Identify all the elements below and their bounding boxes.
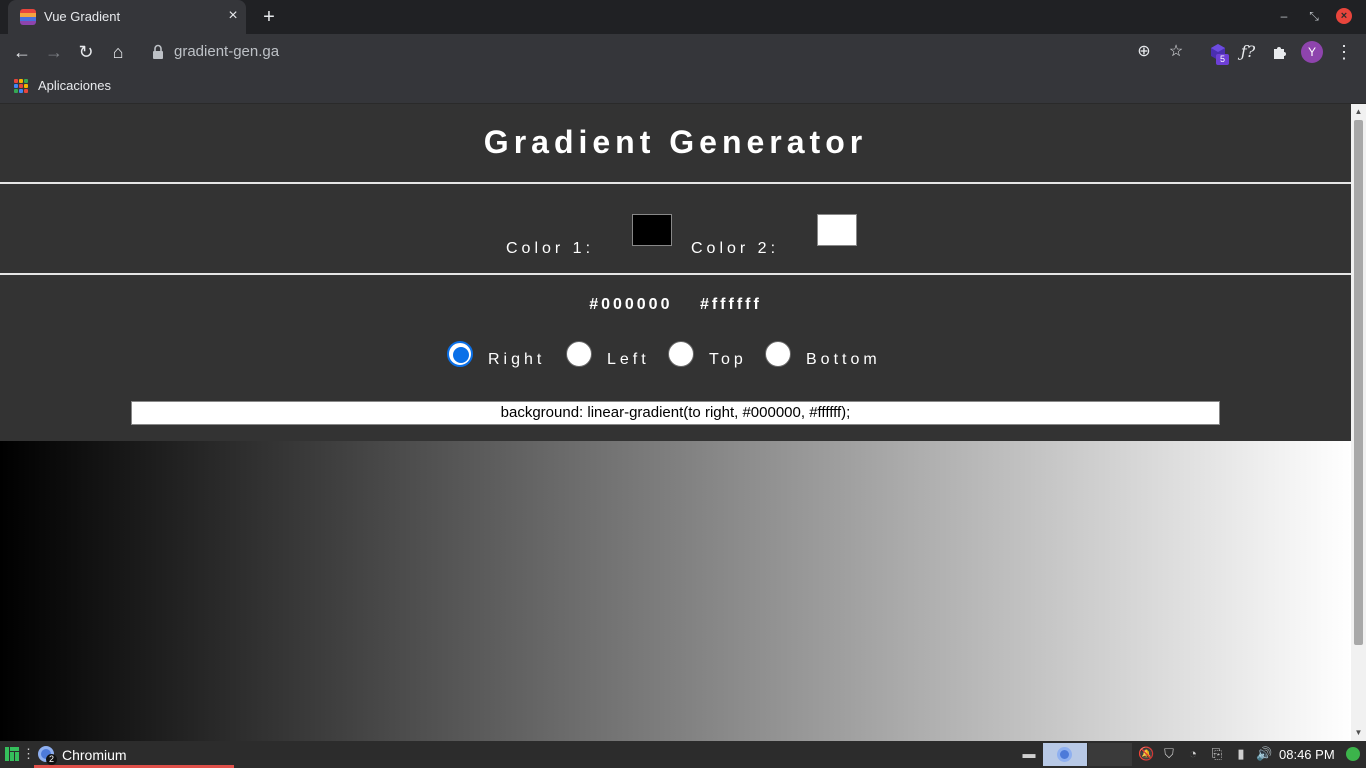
minimize-button[interactable]: – xyxy=(1276,8,1292,24)
bookmarks-bar: Aplicaciones xyxy=(0,70,1366,104)
home-icon[interactable]: ⌂ xyxy=(108,42,128,62)
tab-title: Vue Gradient xyxy=(44,9,121,24)
direction-top-label: Top xyxy=(709,351,747,368)
tab-vue-gradient[interactable]: Vue Gradient × xyxy=(8,0,246,34)
page-title: Gradient Generator xyxy=(483,124,868,160)
volume-icon[interactable]: 🔊 xyxy=(1256,746,1272,762)
workspace-switcher[interactable] xyxy=(1043,743,1087,766)
taskbar-grip-icon: ⋮ xyxy=(22,746,35,761)
site-favicon-icon xyxy=(20,9,36,25)
bookmark-apps[interactable]: Aplicaciones xyxy=(38,78,111,93)
scroll-down-icon[interactable]: ▼ xyxy=(1354,729,1363,737)
wifi-icon[interactable]: ◔ xyxy=(1185,746,1201,762)
direction-left-label: Left xyxy=(607,351,650,368)
reload-icon[interactable]: ↻ xyxy=(76,42,96,62)
direction-right-radio[interactable] xyxy=(447,341,473,367)
color1-picker[interactable] xyxy=(632,214,672,246)
browser-toolbar: ← → ↻ ⌂ gradient-gen.ga ⊕ ☆ 5 ƒ? Y ⋮ xyxy=(0,34,1366,70)
apps-grid-icon xyxy=(14,79,28,93)
hex2-value: #ffffff xyxy=(699,296,762,313)
direction-bottom-radio[interactable] xyxy=(765,341,791,367)
scroll-thumb[interactable] xyxy=(1354,120,1363,645)
chromium-mini-icon xyxy=(1057,747,1072,762)
power-icon[interactable] xyxy=(1346,747,1360,761)
manjaro-menu-icon[interactable] xyxy=(4,746,20,762)
tab-close-icon[interactable]: × xyxy=(224,7,242,25)
color2-picker[interactable] xyxy=(817,214,857,246)
gradient-preview xyxy=(0,441,1351,741)
page-scrollbar[interactable]: ▲ ▼ xyxy=(1351,104,1366,741)
restore-button[interactable]: ⤡ xyxy=(1306,8,1322,24)
forward-arrow-icon[interactable]: → xyxy=(44,42,64,62)
bookmark-star-icon[interactable]: ☆ xyxy=(1166,42,1186,62)
lock-icon xyxy=(153,44,163,59)
window-close-button[interactable]: × xyxy=(1336,8,1352,24)
direction-bottom-label: Bottom xyxy=(806,351,881,368)
desktop-icon[interactable]: ▬ xyxy=(1021,746,1037,762)
page-content: Gradient Generator Color 1: Color 2: #00… xyxy=(0,104,1351,741)
css-output-field[interactable]: background: linear-gradient(to right, #0… xyxy=(131,401,1220,425)
address-bar-url[interactable]: gradient-gen.ga xyxy=(174,43,279,60)
formula-extension-icon[interactable]: ƒ? xyxy=(1238,42,1258,62)
taskbar-app-label: Chromium xyxy=(62,747,127,763)
window-count-badge: 2 xyxy=(46,754,57,765)
direction-right-label: Right xyxy=(488,351,546,368)
taskbar-clock[interactable]: 08:46 PM xyxy=(1279,747,1335,762)
scroll-up-icon[interactable]: ▲ xyxy=(1354,108,1363,116)
color2-label: Color 2: xyxy=(691,240,780,257)
taskbar-chromium[interactable]: 2 Chromium xyxy=(34,741,234,768)
hex-values: #000000 #ffffff xyxy=(0,296,1351,314)
extension-badge: 5 xyxy=(1216,54,1229,65)
page-header: Gradient Generator xyxy=(0,104,1351,184)
direction-top-radio[interactable] xyxy=(668,341,694,367)
tab-strip: Vue Gradient × + – ⤡ × xyxy=(0,0,1366,34)
os-taskbar: ⋮ 2 Chromium ▬ 🔕 ⛉ ◔ ⎘ ▮ 🔊 08:46 PM xyxy=(0,741,1366,768)
color-pickers-section: Color 1: Color 2: xyxy=(0,184,1351,275)
install-app-icon[interactable]: ⊕ xyxy=(1134,42,1154,62)
back-arrow-icon[interactable]: ← xyxy=(12,42,32,62)
new-tab-button[interactable]: + xyxy=(258,6,280,28)
notifications-muted-icon[interactable]: 🔕 xyxy=(1138,746,1154,762)
shield-icon[interactable]: ⛉ xyxy=(1161,746,1177,762)
menu-dots-icon[interactable]: ⋮ xyxy=(1334,42,1354,62)
workspace-2[interactable] xyxy=(1088,743,1132,766)
clipboard-icon[interactable]: ⎘ xyxy=(1209,746,1225,762)
battery-icon[interactable]: ▮ xyxy=(1233,746,1249,762)
hex1-value: #000000 xyxy=(589,296,673,313)
direction-left-radio[interactable] xyxy=(566,341,592,367)
extensions-puzzle-icon[interactable] xyxy=(1270,42,1290,62)
profile-avatar[interactable]: Y xyxy=(1301,41,1323,63)
color1-label: Color 1: xyxy=(506,240,595,257)
